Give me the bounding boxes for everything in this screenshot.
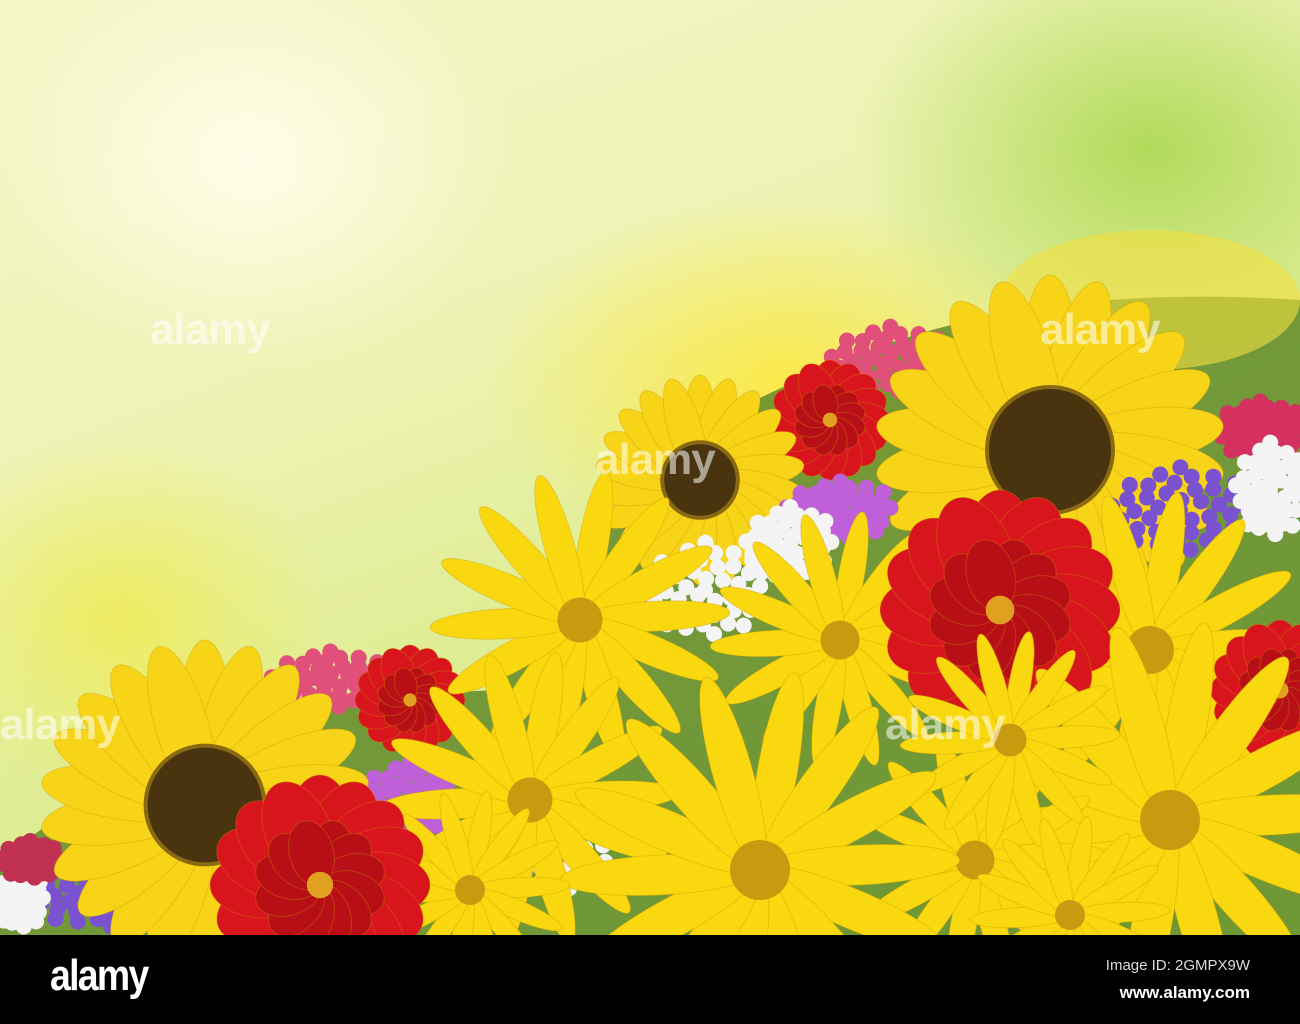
flower-bouquet-photo: alamy alamy alamy alamy alamy <box>0 0 1300 935</box>
red-wallflower-center <box>822 412 838 428</box>
yellow-daisy-center <box>820 620 860 660</box>
watermark: alamy <box>885 700 1006 749</box>
image-id: Image ID: 2GMPX9W <box>1105 957 1250 974</box>
stock-photo: alamy alamy alamy alamy alamy alamy Imag… <box>0 0 1300 1024</box>
watermark: alamy <box>0 700 121 749</box>
watermark: alamy <box>150 305 271 354</box>
yellow-daisy-center <box>455 875 485 905</box>
yellow-sunflower-petals-center <box>730 840 790 900</box>
footer-bar: alamy Image ID: 2GMPX9W www.alamy.com <box>0 935 1300 1024</box>
red-zinnia-center <box>985 595 1015 625</box>
yellow-daisy-center <box>557 597 603 643</box>
alamy-logo: alamy <box>50 951 149 1000</box>
red-zinnia-left-center <box>306 871 334 899</box>
red-wallflower-center <box>403 693 417 707</box>
website-link: www.alamy.com <box>1119 983 1250 1002</box>
yellow-daisy-center <box>1055 900 1085 930</box>
yellow-daisy-center <box>1140 790 1200 850</box>
watermark: alamy <box>1040 305 1161 354</box>
watermark: alamy <box>595 435 716 484</box>
